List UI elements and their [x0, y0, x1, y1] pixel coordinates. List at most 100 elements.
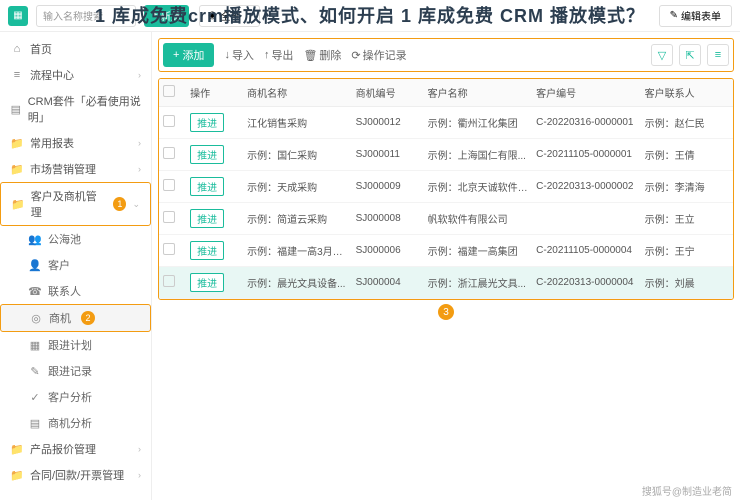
sidebar-item-10[interactable]: ▦跟进计划 [0, 332, 151, 358]
cell-custcode: C-20220313-0000004 [532, 267, 641, 299]
cell-code: SJ000006 [352, 235, 424, 267]
cell-contact: 示例：李清海 [641, 171, 733, 203]
nav-label: 客户及商机管理 [31, 188, 104, 220]
trash-icon: 🗑 [303, 49, 317, 62]
nav-label: 客户分析 [48, 389, 92, 405]
sidebar-item-15[interactable]: 📁 合同/回款/开票管理 › [0, 462, 151, 488]
nav-label: CRM套件「必看使用说明」 [28, 93, 141, 125]
cell-custcode: C-20220313-0000002 [532, 171, 641, 203]
cell-contact: 示例：刘晨 [641, 267, 733, 299]
row-checkbox[interactable] [163, 147, 175, 159]
nav-icon: 📁 [11, 197, 25, 211]
table-row[interactable]: 推进 示例：晨光文具设备... SJ000004 示例：浙江晨光文具... C-… [159, 267, 733, 299]
cell-name: 示例：简道云采购 [243, 203, 352, 235]
row-checkbox[interactable] [163, 275, 175, 287]
cell-name: 示例：晨光文具设备... [243, 267, 352, 299]
cell-cust: 示例：上海国仁有限... [424, 139, 533, 171]
row-checkbox[interactable] [163, 243, 175, 255]
chevron-icon: › [138, 470, 141, 480]
col-header-3: 商机编号 [352, 79, 424, 107]
row-checkbox[interactable] [163, 115, 175, 127]
sidebar-item-14[interactable]: 📁产品报价管理› [0, 436, 151, 462]
cell-name: 示例：国仁采购 [243, 139, 352, 171]
nav-icon: ☎ [28, 284, 42, 298]
cell-cust: 示例：衢州江化集团 [424, 107, 533, 139]
sidebar-item-0[interactable]: ⌂ 首页 [0, 36, 151, 62]
select-all-checkbox[interactable] [163, 85, 175, 97]
nav-icon: ⌂ [10, 42, 24, 56]
chevron-icon: › [138, 138, 141, 148]
push-button[interactable]: 推进 [190, 241, 224, 260]
row-checkbox[interactable] [163, 179, 175, 191]
sidebar-item-8[interactable]: ☎联系人 [0, 278, 151, 304]
nav-icon: 📁 [10, 442, 24, 456]
table-row[interactable]: 推进 江化销售采购 SJ000012 示例：衢州江化集团 C-20220316-… [159, 107, 733, 139]
main-content: +添加 ↓导入 ↑导出 🗑删除 ⟳操作记录 ▽ ⇱ ≡ 操作商机名称商机编号客户… [152, 32, 740, 500]
filter-icon[interactable]: ▽ [651, 44, 673, 66]
sidebar-item-11[interactable]: ✎跟进记录 [0, 358, 151, 384]
sidebar-item-13[interactable]: ▤商机分析 [0, 410, 151, 436]
sidebar-item-6[interactable]: 👥 公海池 [0, 226, 151, 252]
clock-icon: ⟳ [351, 49, 360, 62]
nav-label: 合同/回款/开票管理 [30, 467, 124, 483]
annotation-badge-3: 3 [438, 304, 454, 320]
log-link[interactable]: ⟳操作记录 [351, 47, 406, 63]
sidebar-item-9[interactable]: ◎商机2 [0, 304, 151, 332]
toolbar-highlight: +添加 ↓导入 ↑导出 🗑删除 ⟳操作记录 ▽ ⇱ ≡ [158, 38, 734, 72]
download-icon: ↓ [224, 49, 230, 61]
table-row[interactable]: 推进 示例：天成采购 SJ000009 示例：北京天诚软件:... C-2022… [159, 171, 733, 203]
table-row[interactable]: 推进 示例：福建一高3月订单 SJ000006 示例：福建一高集团 C-2021… [159, 235, 733, 267]
cell-custcode: C-20211105-0000001 [532, 139, 641, 171]
share-icon[interactable]: ⇱ [679, 44, 701, 66]
add-button[interactable]: +添加 [163, 43, 214, 67]
push-button[interactable]: 推进 [190, 209, 224, 228]
col-header-5: 客户编号 [532, 79, 641, 107]
table-row[interactable]: 推进 示例：国仁采购 SJ000011 示例：上海国仁有限... C-20211… [159, 139, 733, 171]
sidebar-item-1[interactable]: ≡流程中心› [0, 62, 151, 88]
push-button[interactable]: 推进 [190, 273, 224, 292]
cell-custcode: C-20211105-0000004 [532, 235, 641, 267]
menu-icon[interactable]: ≡ [707, 44, 729, 66]
cell-contact: 示例：王倩 [641, 139, 733, 171]
cell-custcode: C-20220316-0000001 [532, 107, 641, 139]
nav-label: 客户 [48, 257, 70, 273]
cell-contact: 示例：王宁 [641, 235, 733, 267]
chevron-icon: › [138, 70, 141, 80]
nav-icon: 👥 [28, 232, 42, 246]
sidebar-item-2[interactable]: ▤CRM套件「必看使用说明」 [0, 88, 151, 130]
chevron-icon: › [138, 444, 141, 454]
nav-icon: 📁 [10, 468, 24, 482]
annotation-badge-1: 1 [113, 197, 126, 211]
nav-icon: ◎ [29, 311, 43, 325]
nav-label: 商机分析 [48, 415, 92, 431]
cell-code: SJ000009 [352, 171, 424, 203]
col-header-2: 商机名称 [243, 79, 352, 107]
chevron-icon: ⌄ [132, 199, 140, 210]
sidebar-item-4[interactable]: 📁市场营销管理› [0, 156, 151, 182]
nav-label: 公海池 [48, 231, 81, 247]
data-table: 操作商机名称商机编号客户名称客户编号客户联系人 推进 江化销售采购 SJ0000… [159, 79, 733, 299]
sidebar-item-12[interactable]: ✓ 客户分析 [0, 384, 151, 410]
push-button[interactable]: 推进 [190, 145, 224, 164]
cell-code: SJ000012 [352, 107, 424, 139]
nav-icon: ✓ [28, 390, 42, 404]
sidebar-item-7[interactable]: 👤客户 [0, 252, 151, 278]
sidebar-item-5[interactable]: 📁 客户及商机管理 1 ⌄ [0, 182, 151, 226]
delete-link[interactable]: 🗑删除 [303, 47, 341, 63]
cell-cust: 示例：福建一高集团 [424, 235, 533, 267]
table-row[interactable]: 推进 示例：简道云采购 SJ000008 帆软软件有限公司 示例：王立 [159, 203, 733, 235]
nav-label: 常用报表 [30, 135, 74, 151]
push-button[interactable]: 推进 [190, 113, 224, 132]
push-button[interactable]: 推进 [190, 177, 224, 196]
cell-code: SJ000004 [352, 267, 424, 299]
sidebar-item-3[interactable]: 📁常用报表› [0, 130, 151, 156]
nav-label: 流程中心 [30, 67, 74, 83]
nav-label: 首页 [30, 41, 52, 57]
plus-icon: + [173, 49, 179, 61]
watermark: 搜狐号@制造业老简 [642, 483, 732, 498]
row-checkbox[interactable] [163, 211, 175, 223]
upload-icon: ↑ [264, 49, 270, 61]
export-link[interactable]: ↑导出 [264, 47, 294, 63]
col-header-4: 客户名称 [424, 79, 533, 107]
import-link[interactable]: ↓导入 [224, 47, 254, 63]
